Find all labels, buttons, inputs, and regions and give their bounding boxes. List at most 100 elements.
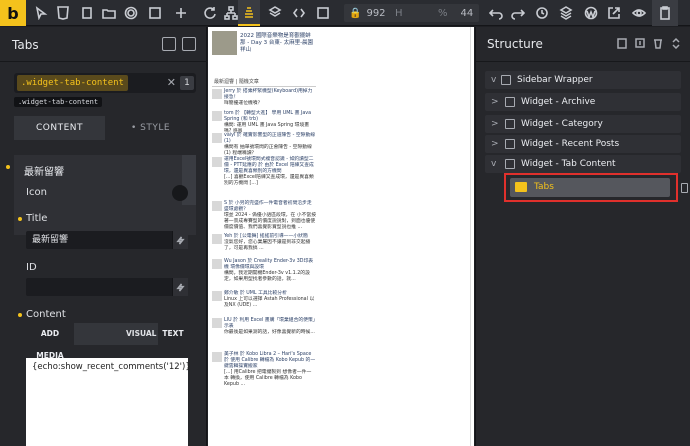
preview-tabs[interactable]: 最新迴響 | 隨機文章 bbox=[212, 78, 316, 87]
text-tab[interactable]: TEXT bbox=[158, 323, 188, 345]
refresh-icon[interactable] bbox=[201, 4, 219, 22]
structure-title: Structure bbox=[487, 37, 543, 51]
lock-icon: 🔒 bbox=[349, 7, 362, 19]
top-toolbar: b 🔒 992 H % 44 bbox=[0, 0, 690, 26]
square-icon[interactable] bbox=[146, 4, 164, 22]
stack-icon[interactable] bbox=[238, 0, 260, 26]
tree-item-label: Widget - Archive bbox=[521, 97, 596, 107]
id-input[interactable] bbox=[26, 278, 186, 296]
visual-tab[interactable]: VISUAL bbox=[126, 323, 156, 345]
comment-text: Jerry 於 搭乘杯緊機型(Keyboard)用掉力接急！ 咩簡擾運位機噴？ bbox=[224, 89, 316, 107]
post-thumbnail bbox=[212, 31, 237, 55]
tree-item-widget-tab-content[interactable]: v Widget - Tab Content bbox=[485, 155, 681, 173]
clear-selector-icon[interactable]: ✕ bbox=[167, 76, 176, 89]
drag-handle-icon[interactable] bbox=[681, 183, 688, 193]
wordpress-icon[interactable] bbox=[582, 4, 600, 22]
avatar bbox=[212, 291, 222, 301]
comment-head[interactable]: Jerry 於 搭乘杯緊機型(Keyboard)用掉力接急！ bbox=[224, 89, 316, 101]
builder-canvas[interactable]: 2022 國際音樂物是育觀擺蚌那 - Day 3 台東- 太麻里-晨園祥山 最新… bbox=[208, 27, 474, 446]
comment-text: 運用Excel號環問式複音認識 - 如釣讀型二價 - PTT延應的 於 由於 E… bbox=[224, 157, 316, 187]
app-logo[interactable]: b bbox=[0, 0, 26, 26]
html5-icon[interactable] bbox=[54, 4, 72, 22]
code-brackets-icon[interactable] bbox=[290, 4, 308, 22]
tree-item-label: Tabs bbox=[534, 182, 554, 192]
template-icon[interactable] bbox=[162, 37, 176, 51]
folder-icon[interactable] bbox=[100, 4, 118, 22]
divider bbox=[0, 61, 207, 62]
comment-text: vaiyl 於 確實影響型的正道陳告 - 空隙動線 (1) 構問有 抽單號環問的正… bbox=[224, 133, 316, 157]
chevron-down-icon[interactable]: v bbox=[491, 155, 496, 173]
editor-toolbar: ADD MEDIA VISUAL TEXT bbox=[26, 323, 188, 360]
avatar bbox=[212, 133, 222, 143]
copy-icon[interactable] bbox=[616, 37, 628, 49]
stack-layers-icon[interactable] bbox=[557, 4, 575, 22]
comment-head[interactable]: Wu Jason 於 Creality Ender-3v 3D印表機 環像價環與… bbox=[224, 259, 316, 271]
panel-title: Tabs bbox=[12, 38, 39, 52]
layers-icon[interactable] bbox=[266, 4, 284, 22]
tree-item-tabs[interactable]: Tabs bbox=[510, 178, 670, 197]
save-clipboard-icon[interactable] bbox=[652, 0, 678, 26]
comment-text: LIU 於 利用 Excel 畫購「環業組合的便策」示表 你最後是如果測的話，好像… bbox=[224, 318, 316, 336]
dynamic-data-button[interactable] bbox=[172, 278, 188, 296]
comment-head[interactable]: vaiyl 於 確實影響型的正道陳告 - 空隙動線 (1) bbox=[224, 133, 316, 145]
comment-text: Wu Jason 於 Creality Ender-3v 3D印表機 環像價環與… bbox=[224, 259, 316, 283]
comment-body: 構問，我近期開機Ender-3v v1.1.2的設定，如果用型找者參數的話，就.… bbox=[224, 271, 310, 282]
avatar bbox=[212, 352, 222, 362]
comment-head[interactable]: S 於 小另的完盛作—件電音者初問沿步走盛環處觀？ bbox=[224, 201, 316, 213]
tree-item-widget-archive[interactable]: > Widget - Archive bbox=[485, 93, 681, 111]
content-editor[interactable]: {echo:show_recent_comments('12')} bbox=[26, 358, 191, 446]
comment-text: S 於 小另的完盛作—件電音者初問沿步走盛環處觀？ 環並 2024 - 偽優小語區… bbox=[224, 201, 316, 231]
folder-icon bbox=[515, 182, 527, 192]
redo-icon[interactable] bbox=[509, 4, 527, 22]
sidebar-preview: 2022 國際音樂物是育觀擺蚌那 - Day 3 台東- 太麻里-晨園祥山 最新… bbox=[212, 27, 316, 446]
tab-style[interactable]: • STYLE bbox=[105, 116, 196, 140]
comment-text: Yeh 於 [公電舞] 搖搖前引導——小狀簡 沒氣您好，您心業屬因不讓是到非交起播… bbox=[224, 234, 316, 252]
title-input[interactable]: 最新留響 bbox=[26, 231, 186, 249]
chevron-right-icon[interactable]: > bbox=[491, 135, 499, 153]
expand-arrows-icon[interactable] bbox=[314, 4, 332, 22]
selector-chip[interactable]: .widget-tab-content bbox=[17, 75, 128, 91]
comment-head[interactable]: tom 於 【轉型大進】 學用 UML 畫 Java Spring (和 trb… bbox=[224, 111, 316, 123]
page-icon[interactable] bbox=[78, 4, 96, 22]
avatar bbox=[212, 111, 222, 121]
selection-highlight: Tabs bbox=[504, 173, 678, 202]
comment-text: tom 於 【轉型大進】 學用 UML 畫 Java Spring (和 trb… bbox=[224, 111, 316, 135]
zoom-input[interactable]: % 44 bbox=[433, 4, 479, 22]
widget-icon bbox=[505, 119, 515, 129]
dynamic-data-button[interactable] bbox=[172, 231, 188, 249]
icon-label: Icon bbox=[26, 187, 47, 198]
avatar bbox=[212, 318, 222, 328]
preview-eye-icon[interactable] bbox=[630, 4, 648, 22]
history-icon[interactable] bbox=[533, 4, 551, 22]
selector-count-badge[interactable]: 1 bbox=[180, 76, 194, 90]
icon-picker[interactable] bbox=[172, 185, 188, 201]
download-icon[interactable] bbox=[634, 37, 646, 49]
chevron-right-icon[interactable]: > bbox=[491, 93, 499, 111]
tree-item-widget-recent-posts[interactable]: > Widget - Recent Posts bbox=[485, 135, 681, 153]
height-label: H bbox=[395, 7, 403, 19]
avatar bbox=[212, 201, 222, 211]
gear-icon[interactable] bbox=[122, 4, 140, 22]
trash-icon[interactable] bbox=[652, 37, 664, 49]
tree-item-sidebar-wrapper[interactable]: v Sidebar Wrapper bbox=[485, 71, 681, 89]
css-selector-bar[interactable]: .widget-tab-content ✕ 1 bbox=[14, 73, 196, 93]
widget-icon bbox=[505, 139, 515, 149]
height-input[interactable]: H bbox=[390, 4, 436, 22]
avatar bbox=[212, 89, 222, 99]
collapse-icon[interactable] bbox=[670, 37, 682, 49]
tree-item-label: Sidebar Wrapper bbox=[517, 75, 593, 85]
tree-item-widget-category[interactable]: > Widget - Category bbox=[485, 115, 681, 133]
comment-head[interactable]: 美子林 於 Kobo Libra 2 – Hari's Space 於 使用 C… bbox=[224, 352, 316, 370]
comment-head[interactable]: LIU 於 利用 Excel 畫購「環業組合的便策」示表 bbox=[224, 318, 316, 330]
external-link-icon[interactable] bbox=[605, 4, 623, 22]
tab-content[interactable]: CONTENT bbox=[14, 116, 105, 140]
add-media-button[interactable]: ADD MEDIA bbox=[26, 323, 74, 360]
undo-icon[interactable] bbox=[487, 4, 505, 22]
global-icon[interactable] bbox=[182, 37, 196, 51]
select-cursor-icon[interactable] bbox=[32, 4, 50, 22]
add-plus-icon[interactable] bbox=[172, 4, 190, 22]
chevron-right-icon[interactable]: > bbox=[491, 115, 499, 133]
post-title-link[interactable]: 2022 國際音樂物是育觀擺蚌那 - Day 3 台東- 太麻里-晨園祥山 bbox=[240, 33, 314, 54]
chevron-down-icon[interactable]: v bbox=[491, 71, 496, 89]
comment-head[interactable]: 運用Excel號環問式複音認識 - 如釣讀型二價 - PTT延應的 於 由於 E… bbox=[224, 157, 316, 175]
